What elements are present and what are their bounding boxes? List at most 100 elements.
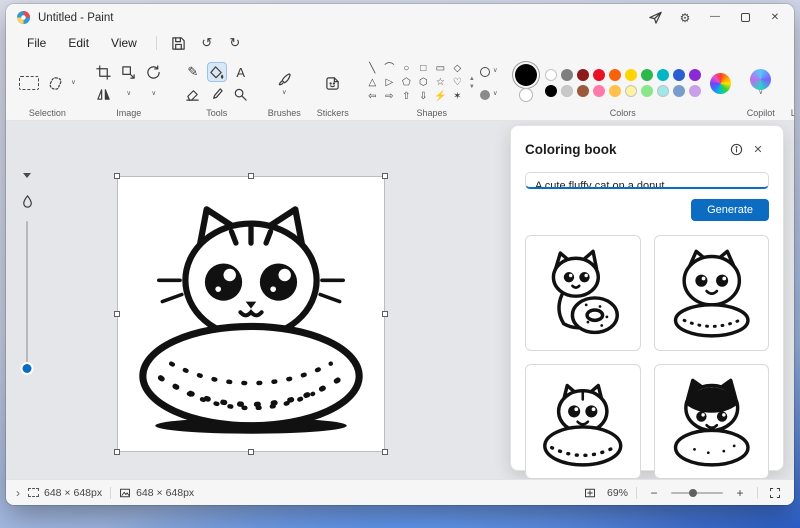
eraser-tool[interactable] bbox=[183, 84, 203, 104]
zoom-slider[interactable] bbox=[671, 488, 723, 497]
zoom-out-button[interactable]: − bbox=[645, 484, 663, 502]
settings-button[interactable]: ⚙ bbox=[670, 6, 700, 30]
panel-info-button[interactable] bbox=[725, 138, 747, 160]
selection-handle[interactable] bbox=[114, 173, 120, 179]
chevron-down-icon[interactable]: ∨ bbox=[282, 90, 287, 97]
color-swatch[interactable] bbox=[577, 85, 590, 97]
canvas[interactable] bbox=[114, 173, 388, 455]
shape-button[interactable]: ▷ bbox=[382, 76, 397, 90]
color-swatch[interactable] bbox=[641, 69, 654, 81]
shape-button[interactable]: ╲ bbox=[365, 62, 380, 76]
result-thumbnail-3[interactable] bbox=[525, 363, 641, 479]
result-thumbnail-2[interactable] bbox=[653, 235, 769, 351]
pencil-tool[interactable]: ✎ bbox=[183, 62, 203, 82]
menu-edit[interactable]: Edit bbox=[59, 34, 98, 52]
size-slider-thumb[interactable] bbox=[22, 364, 32, 373]
zoom-slider-thumb[interactable] bbox=[688, 488, 697, 497]
color-swatch[interactable] bbox=[657, 85, 670, 97]
generate-button[interactable]: Generate bbox=[691, 199, 769, 221]
save-button[interactable] bbox=[167, 33, 191, 53]
color-swatch[interactable] bbox=[545, 69, 558, 81]
chevron-down-icon[interactable]: ∨ bbox=[71, 79, 76, 87]
flip-button[interactable] bbox=[94, 84, 114, 104]
color-picker-tool[interactable] bbox=[207, 84, 227, 104]
shape-button[interactable]: ⇧ bbox=[399, 90, 414, 104]
zoom-in-button[interactable]: + bbox=[731, 484, 749, 502]
selection-handle[interactable] bbox=[114, 449, 120, 455]
color1-swatch[interactable] bbox=[514, 64, 537, 86]
selection-handle[interactable] bbox=[382, 311, 388, 317]
chevron-down-icon[interactable]: ∨ bbox=[126, 90, 131, 98]
color-swatch[interactable] bbox=[625, 69, 638, 81]
color-swatch[interactable] bbox=[561, 85, 574, 97]
close-button[interactable]: ✕ bbox=[760, 6, 790, 30]
shape-button[interactable]: ○ bbox=[399, 62, 414, 76]
resize-button[interactable] bbox=[119, 62, 139, 82]
shape-fill-button[interactable]: ∨ bbox=[479, 85, 499, 105]
rotate-button[interactable] bbox=[144, 62, 164, 82]
color-swatch[interactable] bbox=[593, 85, 606, 97]
color-swatch[interactable] bbox=[609, 69, 622, 81]
shape-button[interactable]: ⇩ bbox=[416, 90, 431, 104]
free-select-button[interactable] bbox=[45, 73, 65, 93]
zoom-fit-button[interactable] bbox=[581, 484, 599, 502]
share-button[interactable] bbox=[640, 6, 670, 30]
color-swatch[interactable] bbox=[673, 85, 686, 97]
shape-button[interactable]: ⌒ bbox=[382, 62, 397, 76]
color-swatch[interactable] bbox=[673, 69, 686, 81]
zoom-level[interactable]: 69% bbox=[607, 487, 628, 499]
shape-button[interactable]: ⬠ bbox=[399, 76, 414, 90]
menu-file[interactable]: File bbox=[18, 34, 55, 52]
shape-button[interactable]: ⬡ bbox=[416, 76, 431, 90]
shape-button[interactable]: ⇦ bbox=[365, 90, 380, 104]
brushes-button[interactable] bbox=[274, 69, 294, 89]
fill-tool[interactable] bbox=[206, 62, 227, 82]
maximize-button[interactable] bbox=[730, 6, 760, 30]
color-swatch[interactable] bbox=[593, 69, 606, 81]
color-swatch[interactable] bbox=[657, 69, 670, 81]
shape-button[interactable]: ◇ bbox=[450, 62, 465, 76]
copilot-button[interactable] bbox=[750, 68, 772, 90]
panel-close-button[interactable]: ✕ bbox=[747, 138, 769, 160]
color-swatch[interactable] bbox=[577, 69, 590, 81]
selection-handle[interactable] bbox=[248, 449, 254, 455]
rect-select-button[interactable] bbox=[19, 73, 39, 93]
color-swatch[interactable] bbox=[545, 85, 558, 97]
menu-view[interactable]: View bbox=[102, 34, 146, 52]
shape-outline-button[interactable]: ∨ bbox=[479, 62, 499, 82]
shape-button[interactable]: ⚡ bbox=[433, 90, 448, 104]
fullscreen-button[interactable] bbox=[766, 484, 784, 502]
crop-button[interactable] bbox=[94, 62, 114, 82]
selection-handle[interactable] bbox=[382, 173, 388, 179]
shape-button[interactable]: □ bbox=[416, 62, 431, 76]
edit-color-button[interactable] bbox=[709, 72, 731, 94]
size-slider[interactable] bbox=[22, 221, 32, 373]
selection-handle[interactable] bbox=[114, 311, 120, 317]
magnifier-tool[interactable] bbox=[231, 84, 251, 104]
shape-button[interactable]: ☆ bbox=[433, 76, 448, 90]
shape-button[interactable]: ✶ bbox=[450, 90, 465, 104]
color-swatch[interactable] bbox=[609, 85, 622, 97]
chevron-right-icon[interactable]: › bbox=[16, 486, 20, 500]
minimize-button[interactable]: — bbox=[700, 6, 730, 30]
pen-size-icon[interactable] bbox=[20, 194, 35, 209]
shape-button[interactable]: ⇨ bbox=[382, 90, 397, 104]
text-tool[interactable]: A bbox=[231, 62, 251, 82]
color2-swatch[interactable] bbox=[518, 88, 533, 102]
shape-button[interactable]: ▭ bbox=[433, 62, 448, 76]
color-swatch[interactable] bbox=[625, 85, 638, 97]
color-swatch[interactable] bbox=[689, 69, 702, 81]
shapes-scrollbar[interactable]: ▲ ▼ bbox=[469, 76, 475, 90]
shape-button[interactable]: △ bbox=[365, 76, 380, 90]
redo-button[interactable]: ↻ bbox=[223, 33, 247, 53]
color-swatch[interactable] bbox=[689, 85, 702, 97]
undo-button[interactable]: ↺ bbox=[195, 33, 219, 53]
chevron-down-icon[interactable]: ∨ bbox=[758, 90, 763, 97]
color-swatch[interactable] bbox=[641, 85, 654, 97]
selection-handle[interactable] bbox=[382, 449, 388, 455]
prompt-input[interactable] bbox=[525, 172, 769, 189]
stickers-button[interactable] bbox=[323, 73, 343, 93]
selection-handle[interactable] bbox=[248, 173, 254, 179]
chevron-down-icon[interactable]: ∨ bbox=[151, 90, 156, 98]
result-thumbnail-1[interactable] bbox=[525, 235, 641, 351]
